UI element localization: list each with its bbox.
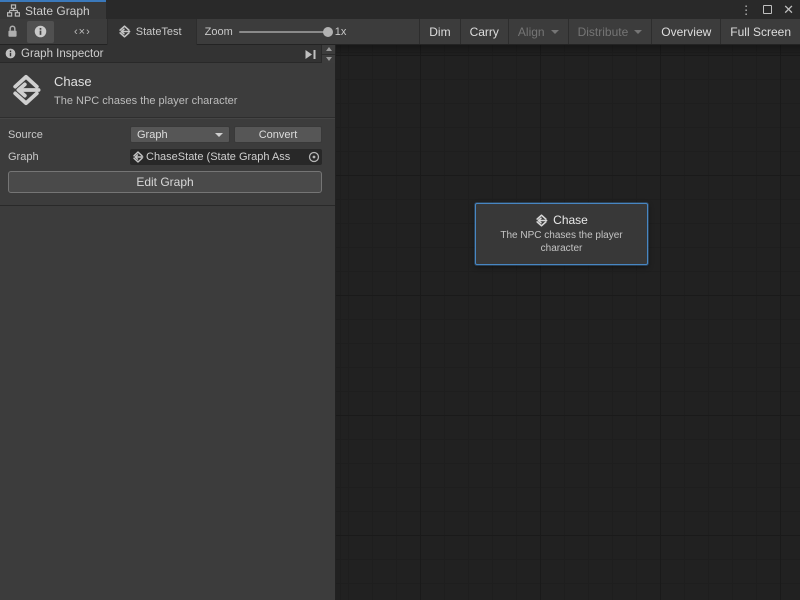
toolbar-right-group: Dim Carry Align Distribute Overview Full… (419, 19, 800, 44)
source-controls: Graph Convert (130, 126, 322, 143)
toolbar-left-group: ‹×› StateTest Zoom (0, 19, 419, 44)
node-title-row: Chase (535, 213, 588, 227)
convert-label: Convert (259, 129, 298, 141)
triangle-down-icon (326, 57, 332, 61)
dock-panel-button[interactable] (300, 45, 321, 63)
carry-label: Carry (470, 25, 499, 39)
align-label: Align (518, 25, 545, 39)
graph-inspector-panel: Graph Inspector (0, 45, 336, 600)
node-description: The NPC chases the player character (486, 230, 638, 255)
breadcrumb-state-test[interactable]: StateTest (108, 19, 197, 45)
edit-graph-button[interactable]: Edit Graph (8, 171, 322, 193)
chevron-down-icon (551, 30, 559, 34)
full-screen-button[interactable]: Full Screen (720, 19, 800, 44)
state-summary-text: Chase The NPC chases the player characte… (54, 72, 237, 107)
tab-title: State Graph (25, 4, 90, 18)
overview-label: Overview (661, 25, 711, 39)
source-label: Source (8, 129, 130, 141)
source-dropdown-value: Graph (137, 129, 168, 141)
inspector-empty-area (0, 206, 335, 600)
distribute-button[interactable]: Distribute (568, 19, 652, 44)
info-icon (5, 48, 16, 59)
zoom-value: 1x (335, 26, 347, 38)
state-graph-icon (535, 214, 548, 227)
state-graph-icon (132, 151, 144, 163)
breadcrumb-label: StateTest (136, 26, 182, 38)
inspector-header-controls (300, 45, 335, 63)
dock-right-icon (304, 49, 317, 60)
tab-bar: State Graph ⋮ ✕ (0, 0, 800, 19)
inspector-toggle-button[interactable] (27, 21, 54, 43)
inspector-title: Graph Inspector (21, 48, 103, 60)
node-title: Chase (553, 213, 588, 227)
source-dropdown[interactable]: Graph (130, 126, 230, 143)
carry-button[interactable]: Carry (460, 19, 508, 44)
convert-button[interactable]: Convert (234, 126, 322, 143)
main-area: Graph Inspector (0, 45, 800, 600)
state-title: Chase (54, 74, 237, 89)
maximize-icon[interactable] (763, 5, 772, 14)
overview-button[interactable]: Overview (651, 19, 720, 44)
graph-hierarchy-icon (7, 4, 20, 17)
info-icon (34, 25, 47, 38)
graph-toolbar: ‹×› StateTest Zoom (0, 19, 800, 45)
graph-object-value: ChaseState (State Graph Ass (146, 151, 306, 163)
state-graph-icon (118, 25, 131, 38)
dim-button[interactable]: Dim (419, 19, 459, 44)
full-screen-label: Full Screen (730, 25, 791, 39)
scroll-spinner (321, 45, 335, 63)
chevron-down-icon (215, 133, 223, 137)
chevron-down-icon (634, 30, 642, 34)
edit-graph-label: Edit Graph (136, 175, 193, 189)
zoom-control: Zoom 1x (205, 26, 347, 38)
graph-object-field[interactable]: ChaseState (State Graph Ass (130, 149, 322, 165)
dim-label: Dim (429, 25, 450, 39)
state-graph-icon (10, 74, 42, 106)
state-description: The NPC chases the player character (54, 95, 237, 107)
window-menu-icon[interactable]: ⋮ (740, 4, 752, 16)
distribute-label: Distribute (578, 25, 629, 39)
state-graph-window: State Graph ⋮ ✕ (0, 0, 800, 600)
tab-state-graph[interactable]: State Graph (0, 0, 106, 19)
code-view-button[interactable]: ‹×› (68, 19, 97, 45)
graph-label: Graph (8, 151, 130, 163)
object-picker-button[interactable] (308, 151, 320, 163)
zoom-slider-handle[interactable] (323, 27, 333, 37)
lock-button[interactable] (0, 19, 25, 45)
state-summary-section: Chase The NPC chases the player characte… (0, 63, 335, 118)
graph-field-row: Graph ChaseState (Stat (8, 148, 322, 165)
lock-icon (6, 24, 19, 39)
close-icon[interactable]: ✕ (783, 3, 794, 16)
code-icon: ‹×› (74, 26, 91, 38)
zoom-label: Zoom (205, 26, 233, 38)
object-picker-icon (308, 151, 320, 163)
window-controls: ⋮ ✕ (740, 0, 794, 19)
graph-canvas[interactable]: Chase The NPC chases the player characte… (336, 45, 800, 600)
source-field-row: Source Graph Convert (8, 126, 322, 143)
graph-fields-section: Source Graph Convert Graph (0, 118, 335, 206)
graph-inspector-header: Graph Inspector (0, 45, 335, 63)
scroll-up-button[interactable] (322, 45, 335, 54)
scroll-down-button[interactable] (322, 54, 335, 64)
graph-controls: ChaseState (State Graph Ass (130, 149, 322, 165)
align-button[interactable]: Align (508, 19, 568, 44)
zoom-slider[interactable] (239, 31, 329, 33)
chase-state-node[interactable]: Chase The NPC chases the player characte… (475, 203, 648, 265)
triangle-up-icon (326, 47, 332, 51)
